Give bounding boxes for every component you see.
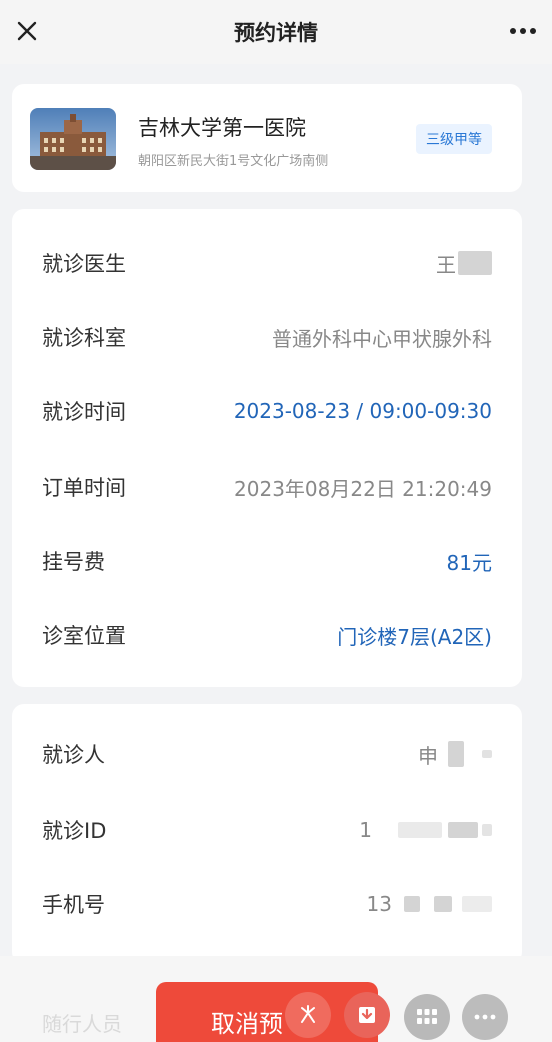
companion-label: 随行人员 <box>42 1012 122 1036</box>
masked-text <box>404 896 420 912</box>
download-icon[interactable] <box>344 992 390 1038</box>
detail-row-department: 就诊科室 普通外科中心甲状腺外科 <box>12 317 522 357</box>
more-icon[interactable] <box>508 18 538 44</box>
hospital-address: 朝阳区新民大街1号文化广场南侧 <box>138 154 329 169</box>
masked-text <box>398 822 442 838</box>
patient-name-visible: 申 <box>418 743 438 768</box>
doctor-name-visible: 王 <box>436 252 456 277</box>
hospital-building-photo <box>30 108 116 170</box>
location-value: 门诊楼7层(A2区) <box>337 624 492 649</box>
sparkle-icon[interactable] <box>285 992 331 1038</box>
doctor-name: 王 <box>436 249 492 278</box>
masked-text <box>448 741 464 767</box>
patient-row-id: 就诊ID 1 <box>12 810 522 850</box>
detail-row-doctor: 就诊医生 王 <box>12 243 522 283</box>
more-icon[interactable] <box>462 994 508 1040</box>
patient-phone-value: 13 <box>367 892 492 916</box>
navbar: 预约详情 <box>0 0 552 64</box>
detail-row-order-time: 订单时间 2023年08月22日 21:20:49 <box>12 467 522 507</box>
hospital-name: 吉林大学第一医院 <box>138 116 306 140</box>
visit-time-value: 2023-08-23 / 09:00-09:30 <box>233 399 492 423</box>
detail-label: 就诊科室 <box>42 326 126 350</box>
patient-label: 手机号 <box>42 893 105 917</box>
cancel-button-label: 取消预 <box>211 1010 283 1038</box>
detail-row-fee: 挂号费 81元 <box>12 541 522 581</box>
patient-label: 就诊ID <box>42 819 107 843</box>
patient-id-visible: 1 <box>359 818 372 842</box>
masked-text <box>462 896 492 912</box>
patient-card: 就诊人 申 就诊ID 1 手机号 13 <box>12 704 522 964</box>
detail-label: 诊室位置 <box>42 624 126 648</box>
masked-text <box>482 750 492 758</box>
masked-text <box>458 251 492 275</box>
patient-id-value: 1 <box>359 818 492 842</box>
patient-name-value: 申 <box>418 740 492 769</box>
detail-label: 挂号费 <box>42 550 105 574</box>
detail-label: 就诊医生 <box>42 252 126 276</box>
patient-row-name: 就诊人 申 <box>12 734 522 774</box>
department-value: 普通外科中心甲状腺外科 <box>272 326 492 351</box>
patient-phone-visible: 13 <box>366 892 392 916</box>
patient-label: 就诊人 <box>42 743 105 767</box>
detail-label: 订单时间 <box>42 476 126 500</box>
patient-row-phone: 手机号 13 <box>12 884 522 924</box>
close-icon[interactable] <box>14 16 40 46</box>
order-time-value: 2023年08月22日 21:20:49 <box>234 476 492 501</box>
detail-row-visit-time: 就诊时间 2023-08-23 / 09:00-09:30 <box>12 391 522 431</box>
hospital-card[interactable]: 吉林大学第一医院 朝阳区新民大街1号文化广场南侧 三级甲等 <box>12 84 522 192</box>
masked-text <box>448 822 478 838</box>
grid-icon[interactable] <box>404 994 450 1040</box>
appointment-detail-card: 就诊医生 王 就诊科室 普通外科中心甲状腺外科 就诊时间 2023-08-23 … <box>12 209 522 687</box>
hospital-level-badge: 三级甲等 <box>416 124 492 154</box>
fee-value: 81元 <box>446 550 492 575</box>
page-title: 预约详情 <box>234 21 318 45</box>
detail-row-location: 诊室位置 门诊楼7层(A2区) <box>12 615 522 655</box>
masked-text <box>482 824 492 836</box>
masked-text <box>434 896 452 912</box>
detail-label: 就诊时间 <box>42 400 126 424</box>
